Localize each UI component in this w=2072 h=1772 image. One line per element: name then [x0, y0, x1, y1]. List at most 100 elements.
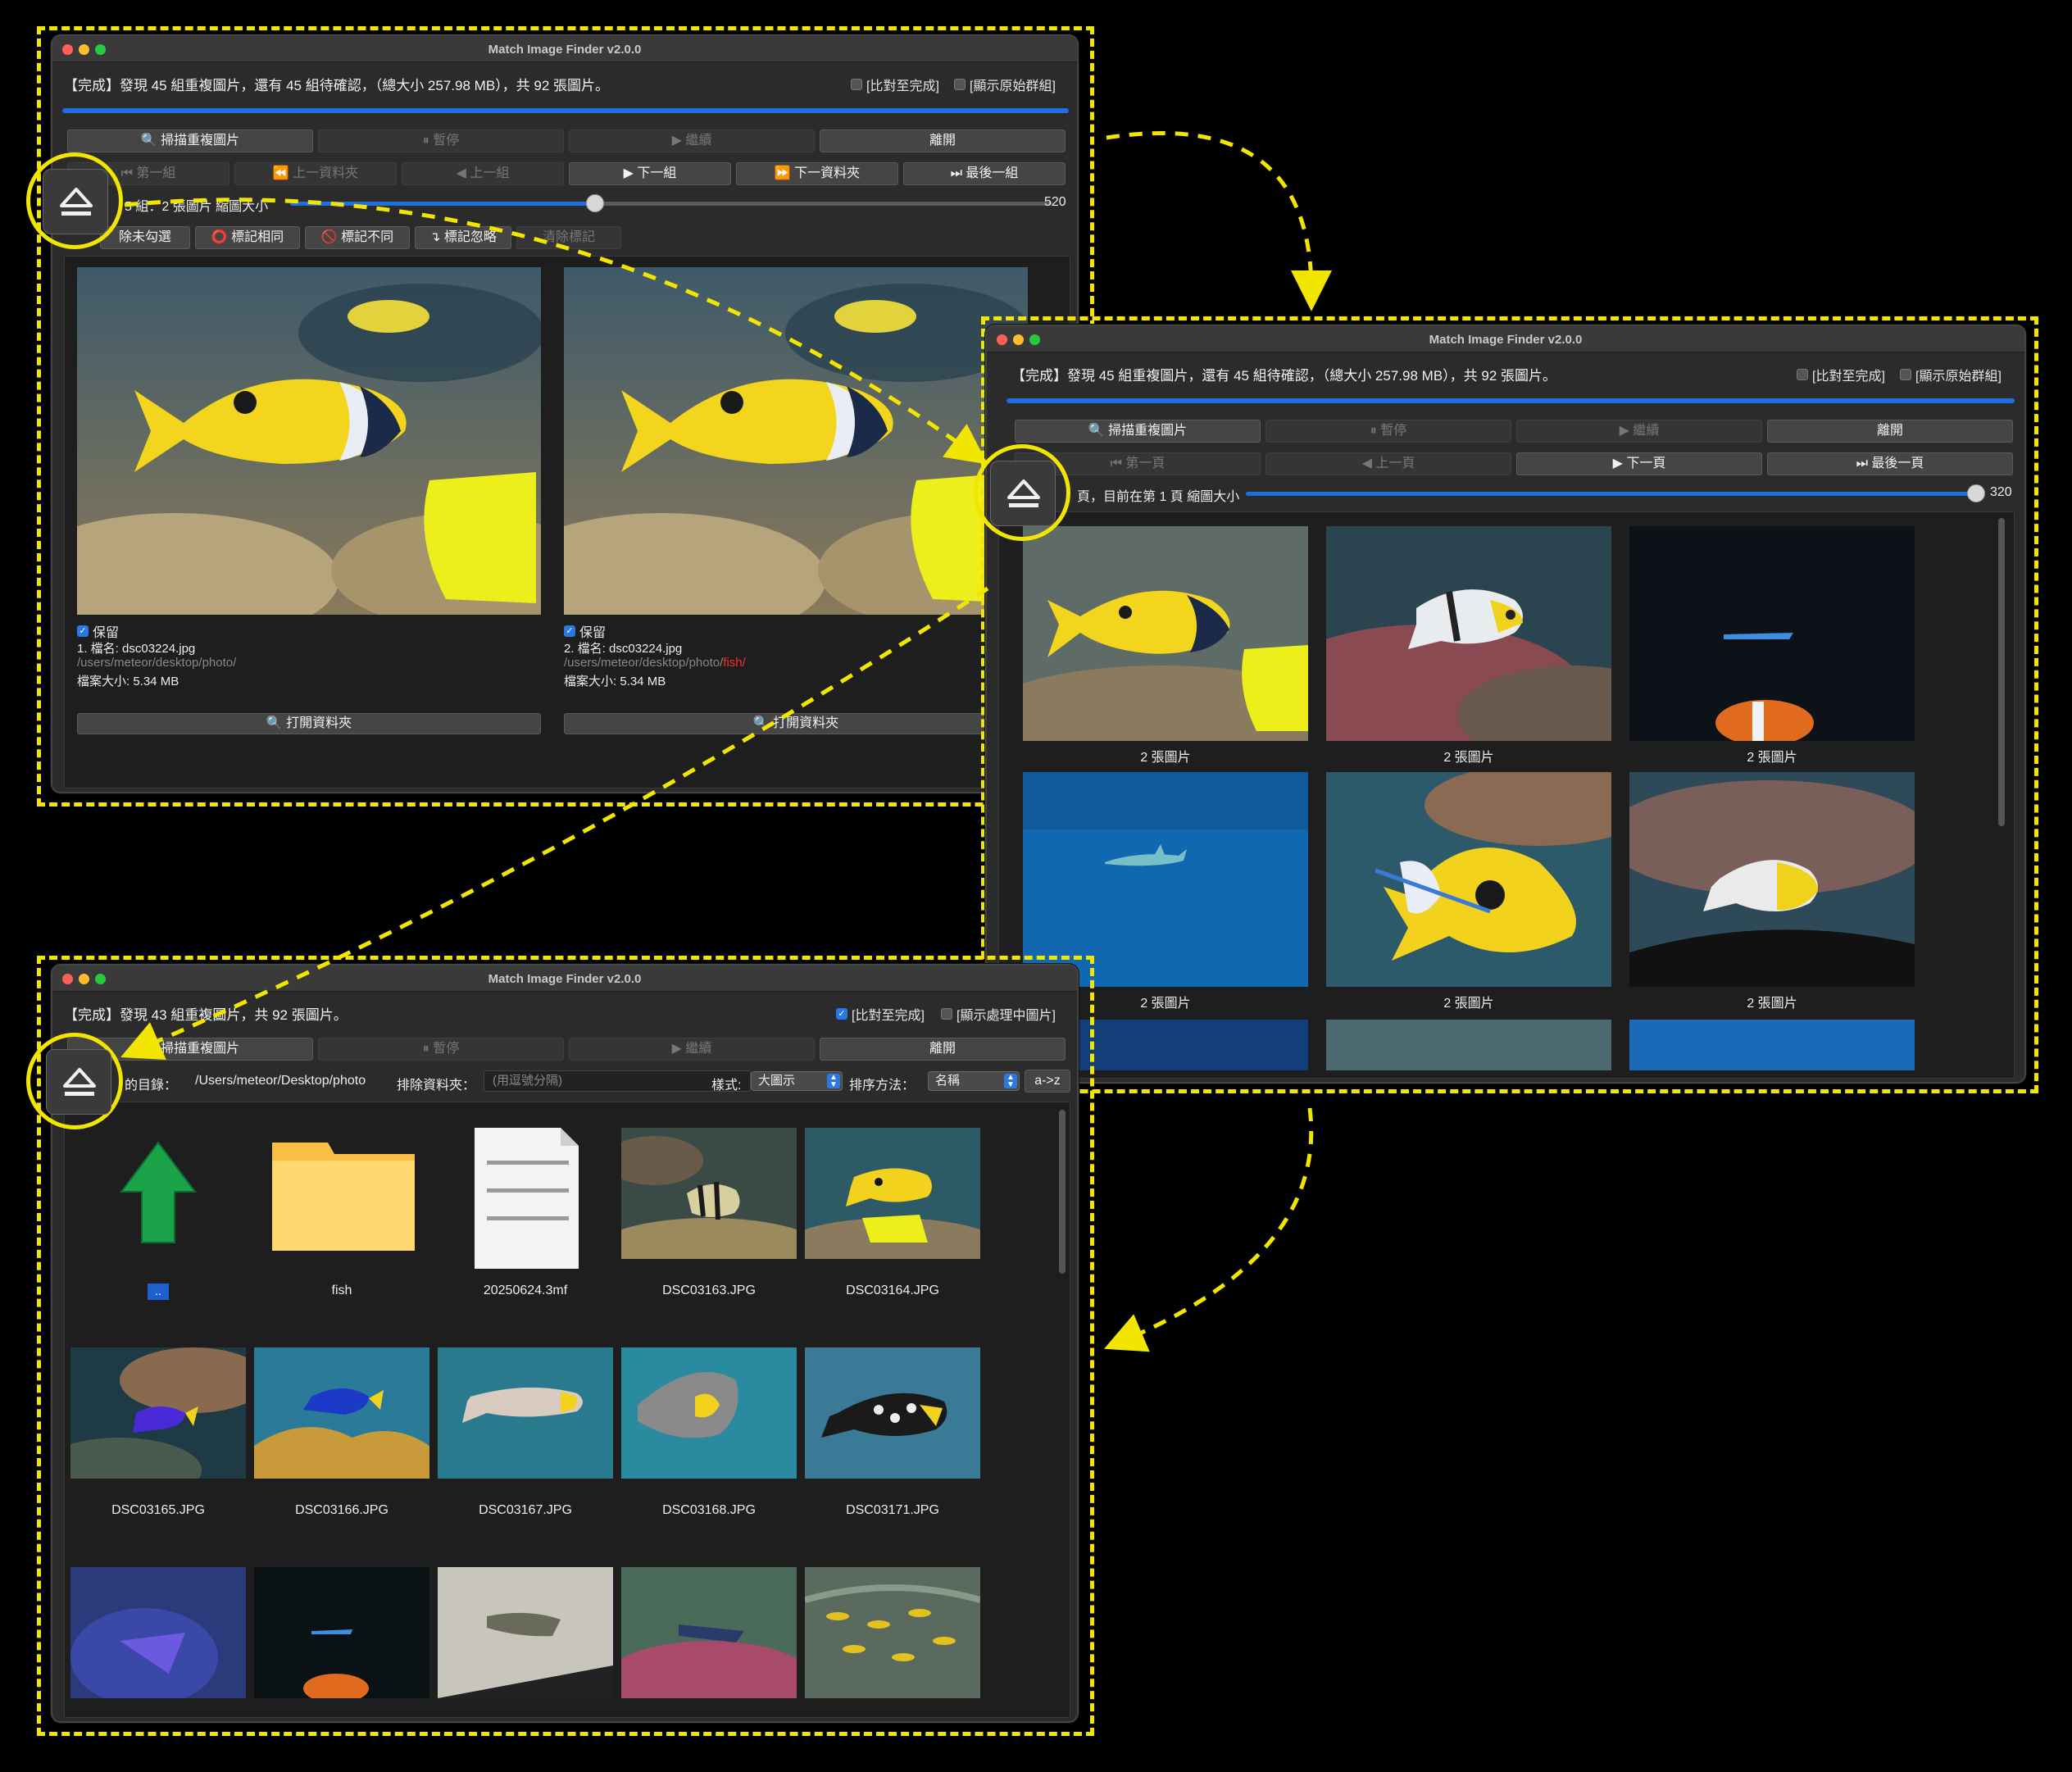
file-item[interactable]: DSC03168.JPG — [621, 1347, 797, 1520]
group-caption: 2 張圖片 — [1443, 751, 1494, 765]
up-arrow-icon — [120, 1141, 197, 1243]
file-size-right: 檔案大小: 5.34 MB — [564, 675, 666, 688]
group-caption: 2 張圖片 — [1140, 751, 1191, 765]
next-page-button[interactable]: ▶ 下一頁 — [1516, 452, 1762, 475]
eject-icon — [63, 1068, 96, 1096]
file-name: fish — [331, 1284, 352, 1297]
file-name: DSC03168.JPG — [662, 1503, 756, 1517]
image-thumbnail[interactable] — [438, 1567, 613, 1698]
group-thumbnail[interactable] — [1023, 772, 1308, 987]
vertical-scrollbar[interactable] — [1059, 1110, 1066, 1274]
sort-select[interactable]: 名稱 ▲ ▼ — [928, 1071, 1020, 1091]
checkbox-label: [比對至完成] — [1812, 370, 1885, 384]
next-group-button[interactable]: ▶ 下一組 — [569, 162, 731, 185]
exit-button[interactable]: 離開 — [1767, 420, 2013, 443]
slider-knob[interactable] — [586, 194, 604, 212]
mark-same-button[interactable]: ⭕ 標記相同 — [195, 226, 300, 249]
open-folder-button-left[interactable]: 🔍 打開資料夾 — [77, 713, 541, 734]
file-item[interactable]: DSC03164.JPG — [778, 1128, 1007, 1300]
continue-button[interactable]: ▶ 繼續 — [1516, 420, 1762, 443]
image-thumbnail[interactable] — [805, 1567, 980, 1698]
file-item[interactable]: fish — [254, 1128, 429, 1300]
eject-icon — [1007, 479, 1040, 507]
keep-checkbox-right[interactable]: ✓ 保留 — [564, 621, 606, 641]
group-thumbnail[interactable] — [1326, 526, 1611, 741]
keep-label: 保留 — [93, 626, 120, 640]
file-item[interactable]: DSC03165.JPG — [52, 1347, 267, 1520]
eject-icon — [60, 188, 93, 216]
show-original-groups-checkbox[interactable]: [顯示原始群組] — [1900, 365, 2002, 384]
eject-button[interactable] — [43, 169, 108, 234]
next-folder-button[interactable]: ⏩ 下一資料夾 — [736, 162, 898, 185]
photo-left[interactable] — [77, 267, 541, 615]
pause-button[interactable]: ⏸ 暫停 — [318, 129, 564, 152]
checkbox-label: [顯示處理中圖片] — [956, 1009, 1056, 1023]
exit-button[interactable]: 離開 — [820, 1038, 1066, 1061]
group-thumbnail[interactable] — [1326, 1020, 1611, 1070]
file-item[interactable]: DSC03166.JPG — [254, 1347, 429, 1520]
group-grid-window: Match Image Finder v2.0.0 【完成】發現 45 組重複圖… — [985, 325, 2026, 1084]
sort-direction-button[interactable]: a->z — [1025, 1070, 1070, 1093]
slider-fill — [1246, 492, 1975, 496]
group-thumbnail[interactable] — [1629, 772, 1915, 987]
status-text: 【完成】發現 45 組重複圖片，還有 45 組待確認，（總大小 257.98 M… — [1011, 368, 1557, 384]
scan-duplicates-button[interactable]: 🔍 掃描重複圖片 — [1015, 420, 1261, 443]
file-item[interactable]: DSC03167.JPG — [438, 1347, 613, 1520]
group-thumbnail[interactable] — [1629, 1020, 1915, 1070]
photo-right[interactable] — [564, 267, 1028, 615]
directory-path[interactable]: /Users/meteor/Desktop/photo — [195, 1074, 366, 1088]
file-name: .. — [148, 1284, 169, 1300]
prev-group-button[interactable]: ◀ 上一組 — [402, 162, 564, 185]
group-thumbnail[interactable] — [1326, 772, 1611, 987]
prev-page-button[interactable]: ◀ 上一頁 — [1265, 452, 1511, 475]
image-thumbnail — [778, 1128, 1007, 1284]
pause-button[interactable]: ⏸ 暫停 — [318, 1038, 564, 1061]
exclude-folders-label: 排除資料夾： — [397, 1079, 476, 1093]
exit-button[interactable]: 離開 — [820, 129, 1066, 152]
checkbox-label: [比對至完成] — [866, 80, 939, 93]
slider-value: 320 — [1990, 485, 2012, 499]
style-value: 大圖示 — [758, 1074, 796, 1088]
vertical-scrollbar[interactable] — [1998, 518, 2005, 826]
scan-duplicates-button[interactable]: 🔍 掃描重複圖片 — [67, 129, 313, 152]
clear-marks-button[interactable]: 清除標記 — [516, 226, 621, 249]
mark-ignore-button[interactable]: ↴ 標記忽略 — [415, 226, 511, 249]
compare-to-complete-checkbox[interactable]: [比對至完成] — [851, 75, 939, 94]
last-group-button[interactable]: ⏭ 最後一組 — [903, 162, 1066, 185]
chevron-updown-icon: ▲ ▼ — [827, 1074, 840, 1089]
open-folder-button-right[interactable]: 🔍 打開資料夾 — [564, 713, 1028, 734]
group-caption: 2 張圖片 — [1747, 997, 1797, 1011]
prev-folder-button[interactable]: ⏪ 上一資料夾 — [234, 162, 397, 185]
slider-knob[interactable] — [1967, 484, 1985, 502]
compare-to-complete-checkbox[interactable]: [比對至完成] — [1797, 365, 1885, 384]
style-select[interactable]: 大圖示 ▲ ▼ — [751, 1071, 843, 1091]
file-item[interactable]: DSC03163.JPG — [594, 1128, 824, 1300]
duplicate-view-window: Match Image Finder v2.0.0 【完成】發現 45 組重複圖… — [51, 34, 1079, 793]
file-path-left: /users/meteor/desktop/photo/ — [77, 656, 237, 670]
continue-button[interactable]: ▶ 繼續 — [569, 1038, 815, 1061]
pause-button[interactable]: ⏸ 暫停 — [1265, 420, 1511, 443]
image-thumbnail[interactable] — [621, 1567, 797, 1698]
arrow-window2-to-window3 — [1103, 1107, 1314, 1352]
eject-button[interactable] — [990, 461, 1056, 526]
compare-to-complete-checkbox[interactable]: ✓ [比對至完成] — [836, 1004, 925, 1024]
group-thumbnail[interactable] — [1023, 526, 1308, 741]
clear-unchecked-button[interactable]: 除未勾選 — [100, 226, 190, 249]
file-item[interactable]: DSC03171.JPG — [805, 1347, 980, 1520]
file-name: DSC03164.JPG — [846, 1284, 939, 1297]
file-name: DSC03167.JPG — [479, 1503, 572, 1517]
continue-button[interactable]: ▶ 繼續 — [569, 129, 815, 152]
eject-button[interactable] — [46, 1049, 111, 1115]
file-item[interactable]: .. — [70, 1128, 246, 1300]
file-name: DSC03163.JPG — [662, 1284, 756, 1297]
file-name: 20250624.3mf — [483, 1284, 568, 1297]
image-thumbnail[interactable] — [254, 1567, 429, 1698]
keep-checkbox-left[interactable]: ✓ 保留 — [77, 621, 119, 641]
last-page-button[interactable]: ⏭ 最後一頁 — [1767, 452, 2013, 475]
file-item[interactable]: 20250624.3mf — [438, 1128, 613, 1300]
group-thumbnail[interactable] — [1629, 526, 1915, 741]
show-processing-images-checkbox[interactable]: [顯示處理中圖片] — [941, 1004, 1056, 1024]
image-thumbnail[interactable] — [70, 1567, 246, 1698]
show-original-groups-checkbox[interactable]: [顯示原始群組] — [954, 75, 1056, 94]
mark-different-button[interactable]: 🚫 標記不同 — [305, 226, 410, 249]
